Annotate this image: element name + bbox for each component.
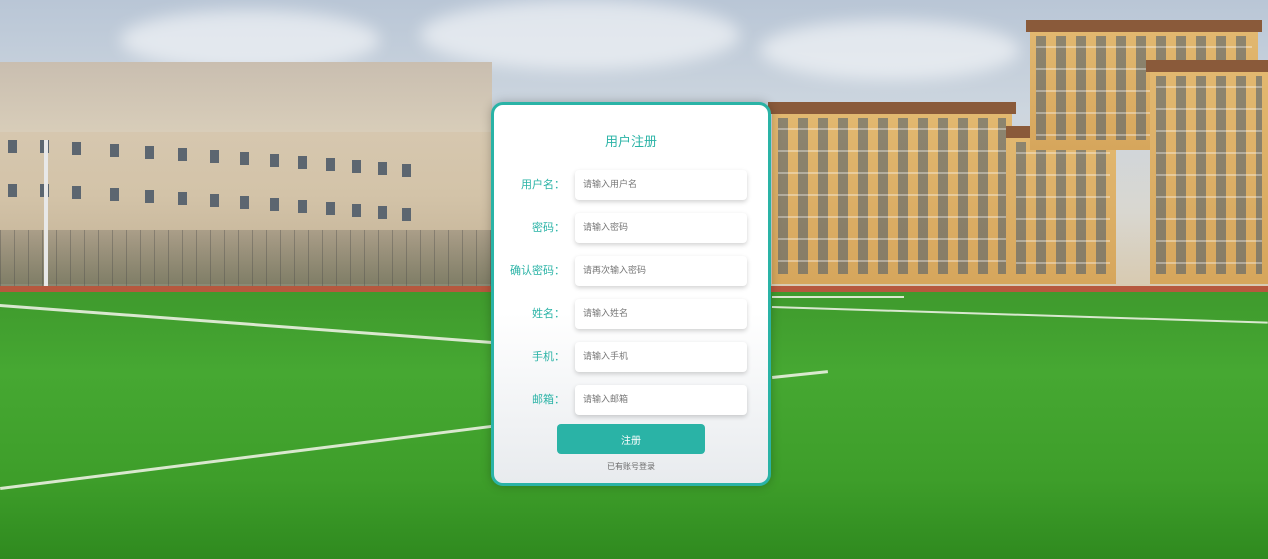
email-label: 邮箱： bbox=[532, 393, 565, 406]
apartment-building bbox=[768, 102, 1016, 284]
name-label: 姓名： bbox=[532, 307, 565, 320]
fence bbox=[0, 230, 492, 290]
register-button[interactable]: 注册 bbox=[557, 424, 705, 454]
apartment-building bbox=[1006, 126, 1120, 284]
apartment-tower bbox=[1146, 60, 1268, 284]
username-row: 用户名： bbox=[494, 170, 768, 200]
form-title: 用户注册 bbox=[604, 135, 657, 150]
password-row: 密码： bbox=[494, 213, 768, 243]
username-input[interactable] bbox=[575, 170, 747, 200]
confirm-password-input[interactable] bbox=[575, 256, 747, 286]
phone-input[interactable] bbox=[575, 342, 747, 372]
name-row: 姓名： bbox=[494, 299, 768, 329]
password-label: 密码： bbox=[532, 221, 565, 234]
confirm-password-label: 确认密码： bbox=[510, 264, 565, 277]
cloud bbox=[760, 20, 1020, 80]
cloud bbox=[120, 10, 380, 70]
name-input[interactable] bbox=[575, 299, 747, 329]
phone-label: 手机： bbox=[532, 350, 565, 363]
cloud bbox=[420, 0, 740, 70]
background-scene: 用户注册 用户名： 密码： 确认密码： 姓名： 手机： 邮箱： 注册 已有账号登… bbox=[0, 0, 1268, 559]
email-row: 邮箱： bbox=[494, 385, 768, 415]
field-line bbox=[772, 296, 904, 298]
street-lamp bbox=[44, 140, 48, 288]
register-card: 用户注册 用户名： 密码： 确认密码： 姓名： 手机： 邮箱： 注册 已有账号登… bbox=[491, 102, 771, 486]
username-label: 用户名： bbox=[521, 178, 565, 191]
phone-row: 手机： bbox=[494, 342, 768, 372]
login-link[interactable]: 已有账号登录 bbox=[494, 461, 768, 472]
password-input[interactable] bbox=[575, 213, 747, 243]
email-input[interactable] bbox=[575, 385, 747, 415]
confirm-password-row: 确认密码： bbox=[494, 256, 768, 286]
